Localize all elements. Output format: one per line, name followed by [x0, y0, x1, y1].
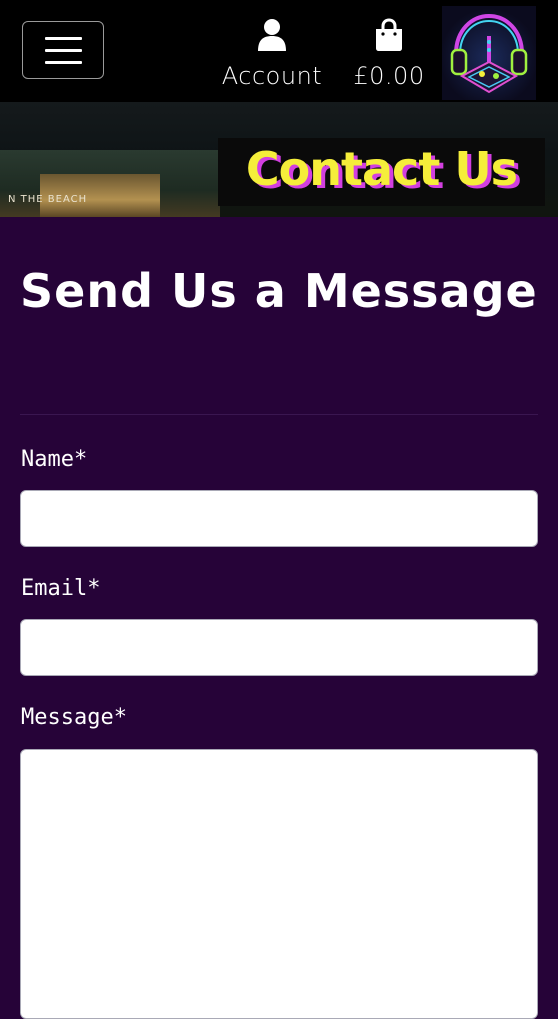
form-heading: Send Us a Message: [20, 264, 538, 318]
section-divider: [20, 414, 538, 415]
hamburger-menu-icon-bar: [45, 49, 82, 52]
hero-title-box: Contact Us: [218, 138, 545, 206]
site-header: Account £0.00: [0, 0, 558, 102]
user-icon: [258, 19, 286, 51]
shopping-bag-icon: [376, 18, 402, 51]
cart-link[interactable]: £0.00: [344, 18, 434, 90]
hero-banner: N THE BEACH Contact Us: [0, 102, 558, 217]
hamburger-menu-icon-bar: [45, 61, 82, 64]
headphones-dj-logo: [450, 13, 528, 94]
name-field[interactable]: [20, 490, 538, 547]
cart-total: £0.00: [353, 62, 425, 90]
account-label: Account: [221, 62, 323, 90]
name-label: Name*: [21, 447, 88, 472]
hamburger-menu-icon: [45, 37, 82, 40]
site-logo[interactable]: [442, 6, 536, 100]
email-label: Email*: [21, 576, 101, 601]
menu-toggle-button[interactable]: [22, 21, 104, 79]
message-field[interactable]: [20, 749, 538, 1019]
account-link[interactable]: Account: [212, 18, 332, 90]
hero-background-sign: N THE BEACH: [8, 194, 88, 205]
page-title: Contact Us: [245, 142, 518, 196]
message-label: Message*: [21, 705, 127, 730]
email-field[interactable]: [20, 619, 538, 676]
